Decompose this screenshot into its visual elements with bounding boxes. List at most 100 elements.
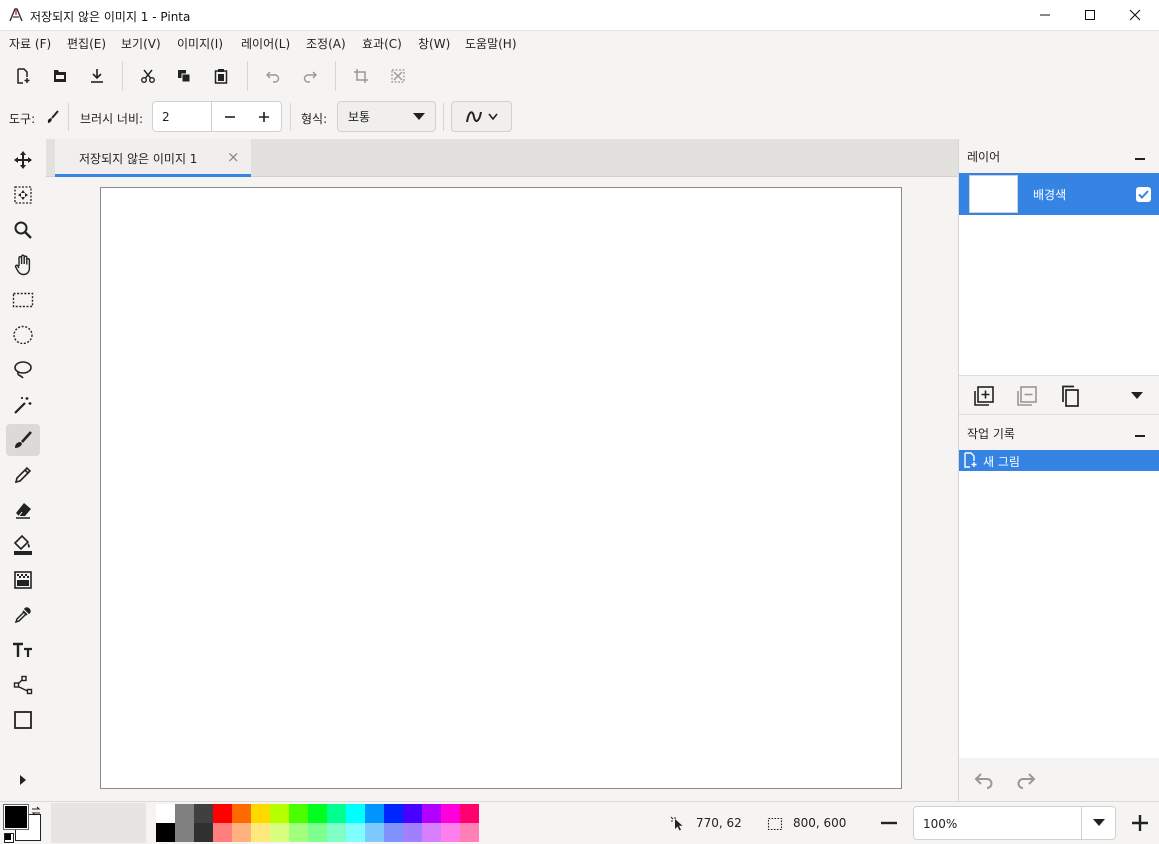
history-undo-button[interactable]	[973, 769, 995, 791]
menu-adjustments[interactable]: 조정(A)	[306, 35, 346, 52]
palette-swatch[interactable]	[384, 823, 403, 842]
copy-button[interactable]	[171, 63, 197, 89]
swap-colors-icon[interactable]	[30, 805, 42, 817]
brush-width-decrease-button[interactable]	[212, 102, 247, 131]
paste-button[interactable]	[208, 63, 234, 89]
palette-swatch[interactable]	[403, 823, 422, 842]
layers-panel-collapse-button[interactable]	[1135, 158, 1145, 160]
new-image-button[interactable]	[10, 63, 36, 89]
palette-swatch[interactable]	[365, 804, 384, 823]
paintbrush-tool[interactable]	[6, 424, 40, 456]
save-button[interactable]	[84, 63, 110, 89]
open-button[interactable]	[47, 63, 73, 89]
gradient-tool[interactable]	[6, 564, 40, 596]
palette-swatch[interactable]	[441, 804, 460, 823]
menu-effects[interactable]: 효과(C)	[362, 35, 402, 52]
palette-swatch[interactable]	[232, 804, 251, 823]
document-tab[interactable]: 저장되지 않은 이미지 1 ×	[55, 139, 251, 177]
zoom-in-button[interactable]	[1127, 811, 1153, 835]
palette-swatch[interactable]	[289, 823, 308, 842]
palette-swatch[interactable]	[194, 823, 213, 842]
move-selected-tool[interactable]	[6, 144, 40, 176]
menu-file[interactable]: 자료 (F)	[9, 35, 51, 52]
ellipse-select-tool[interactable]	[6, 319, 40, 351]
reset-colors-button[interactable]	[4, 833, 14, 843]
history-panel-collapse-button[interactable]	[1135, 435, 1145, 437]
primary-color-swatch[interactable]	[3, 804, 29, 830]
color-picker-tool[interactable]	[6, 599, 40, 631]
palette-swatch[interactable]	[156, 804, 175, 823]
menu-view[interactable]: 보기(V)	[121, 35, 161, 52]
palette-swatch[interactable]	[422, 804, 441, 823]
layer-menu-button[interactable]	[1129, 389, 1145, 403]
palette-swatch[interactable]	[346, 823, 365, 842]
palette-swatch[interactable]	[175, 823, 194, 842]
layer-visibility-checkbox[interactable]	[1136, 187, 1151, 202]
palette-swatch[interactable]	[384, 804, 403, 823]
zoom-input[interactable]: 100%	[923, 817, 957, 831]
menu-window[interactable]: 창(W)	[418, 35, 450, 52]
palette-swatch[interactable]	[308, 804, 327, 823]
image-canvas[interactable]	[100, 187, 902, 789]
palette-swatch[interactable]	[289, 804, 308, 823]
palette-swatch[interactable]	[270, 804, 289, 823]
type-dropdown[interactable]: 보통	[337, 101, 436, 132]
minimize-button[interactable]	[1022, 0, 1068, 30]
menu-help[interactable]: 도움말(H)	[465, 35, 517, 52]
palette-swatch[interactable]	[308, 823, 327, 842]
palette-swatch[interactable]	[194, 804, 213, 823]
line-curve-tool[interactable]	[6, 669, 40, 701]
rectangle-select-tool[interactable]	[6, 284, 40, 316]
move-selection-tool[interactable]	[6, 179, 40, 211]
crop-to-selection-button[interactable]	[348, 63, 374, 89]
palette-swatch[interactable]	[460, 823, 479, 842]
palette-swatch[interactable]	[232, 823, 251, 842]
pan-tool[interactable]	[6, 249, 40, 281]
palette-swatch[interactable]	[403, 804, 422, 823]
layer-row[interactable]: 배경색	[959, 173, 1159, 215]
undo-button[interactable]	[260, 63, 286, 89]
zoom-out-button[interactable]	[876, 811, 902, 835]
palette-swatch[interactable]	[460, 804, 479, 823]
duplicate-layer-button[interactable]	[1059, 385, 1081, 407]
palette-swatch[interactable]	[365, 823, 384, 842]
palette-swatch[interactable]	[422, 823, 441, 842]
add-layer-button[interactable]	[973, 385, 995, 407]
palette-swatch[interactable]	[441, 823, 460, 842]
palette-swatch[interactable]	[270, 823, 289, 842]
paint-bucket-tool[interactable]	[6, 529, 40, 561]
palette-swatch[interactable]	[251, 823, 270, 842]
menu-edit[interactable]: 편집(E)	[67, 35, 106, 52]
eraser-tool[interactable]	[6, 494, 40, 526]
palette-swatch[interactable]	[175, 804, 194, 823]
history-redo-button[interactable]	[1015, 769, 1037, 791]
palette-swatch[interactable]	[346, 804, 365, 823]
palette-swatch[interactable]	[213, 823, 232, 842]
deselect-all-button[interactable]	[385, 63, 411, 89]
brush-width-increase-button[interactable]	[247, 102, 281, 131]
magic-wand-tool[interactable]	[6, 389, 40, 421]
maximize-button[interactable]	[1067, 0, 1113, 30]
menu-layers[interactable]: 레이어(L)	[241, 35, 290, 52]
text-tool[interactable]	[6, 634, 40, 666]
palette-swatch[interactable]	[251, 804, 270, 823]
history-item[interactable]: 새 그림	[959, 450, 1159, 471]
pencil-tool[interactable]	[6, 459, 40, 491]
tab-close-button[interactable]: ×	[227, 148, 240, 166]
zoom-tool[interactable]	[6, 214, 40, 246]
lasso-select-tool[interactable]	[6, 354, 40, 386]
palette-swatch[interactable]	[327, 804, 346, 823]
close-button[interactable]	[1112, 0, 1158, 30]
rectangle-tool[interactable]	[6, 704, 40, 736]
zoom-dropdown-button[interactable]	[1082, 807, 1116, 839]
brush-width-input[interactable]: 2	[162, 110, 170, 124]
redo-button[interactable]	[297, 63, 323, 89]
antialiasing-dropdown[interactable]	[451, 101, 512, 132]
palette-swatch[interactable]	[327, 823, 346, 842]
delete-layer-button[interactable]	[1016, 385, 1038, 407]
cut-button[interactable]	[135, 63, 161, 89]
palette-swatch[interactable]	[213, 804, 232, 823]
palette-swatch[interactable]	[156, 823, 175, 842]
menu-image[interactable]: 이미지(I)	[177, 35, 223, 52]
more-tools-button[interactable]	[6, 764, 40, 796]
